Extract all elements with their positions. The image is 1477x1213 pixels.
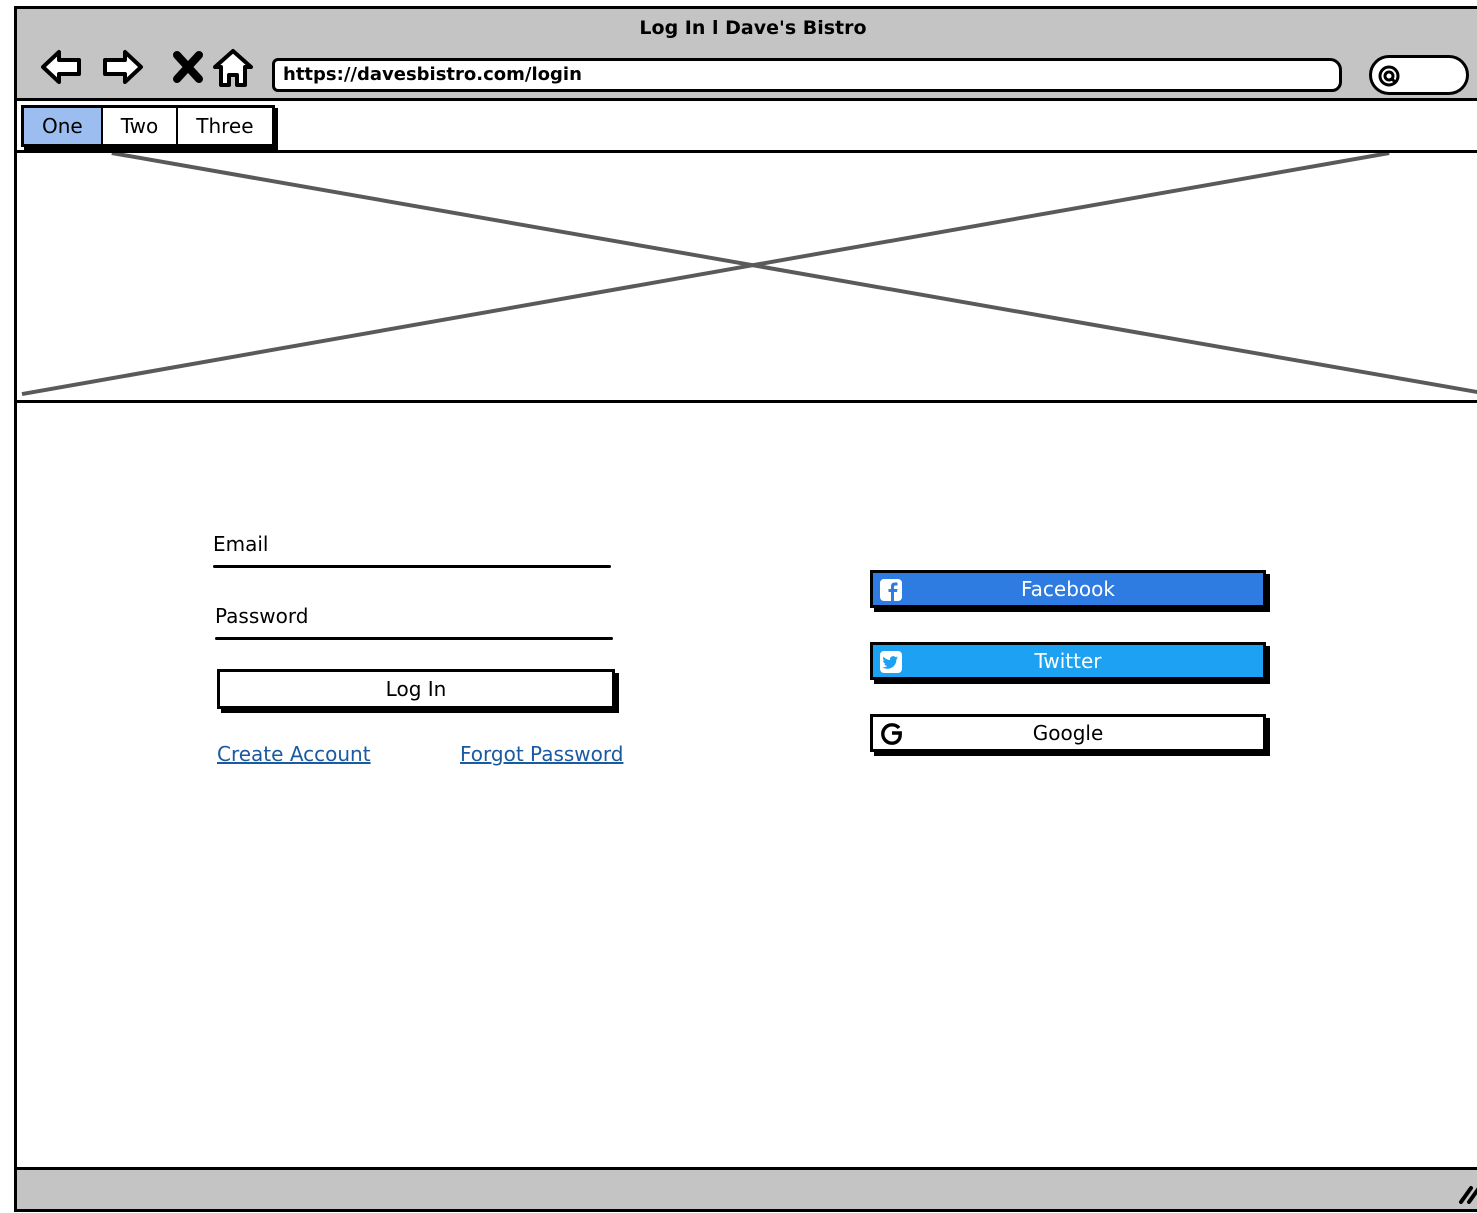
create-account-link[interactable]: Create Account [217,742,371,766]
forward-arrow-icon[interactable] [101,45,145,89]
facebook-login-button[interactable]: Facebook [870,570,1266,608]
tab-three[interactable]: Three [178,108,272,144]
hero-image-placeholder [17,153,1477,403]
google-label: Google [1032,721,1104,745]
home-icon[interactable] [211,45,255,89]
forgot-password-link[interactable]: Forgot Password [460,742,623,766]
twitter-icon [880,651,902,673]
email-label: Email [213,532,269,556]
facebook-icon [880,579,902,601]
address-bar[interactable]: https://davesbistro.com/login [272,58,1342,92]
search-icon [1378,65,1400,87]
twitter-login-button[interactable]: Twitter [870,642,1266,680]
browser-search-box[interactable] [1369,55,1469,95]
twitter-label: Twitter [1034,649,1102,673]
password-label: Password [215,604,309,628]
resize-handle-icon[interactable] [1457,1182,1477,1204]
status-bar [17,1167,1477,1209]
facebook-label: Facebook [1021,577,1115,601]
tab-bar: One Two Three [17,101,1477,153]
login-button[interactable]: Log In [217,669,615,709]
title-bar: Log In l Dave's Bistro https://davesbist… [17,9,1477,101]
google-icon [881,723,902,745]
password-field[interactable] [215,637,613,640]
close-icon[interactable] [167,45,211,89]
google-login-button[interactable]: Google [870,714,1266,752]
email-field[interactable] [213,565,611,568]
back-arrow-icon[interactable] [39,45,83,89]
browser-window: Log In l Dave's Bistro https://davesbist… [14,6,1477,1212]
window-title: Log In l Dave's Bistro [639,17,867,39]
tab-group: One Two Three [21,105,275,147]
tab-one[interactable]: One [24,108,103,144]
tab-two[interactable]: Two [102,108,179,144]
